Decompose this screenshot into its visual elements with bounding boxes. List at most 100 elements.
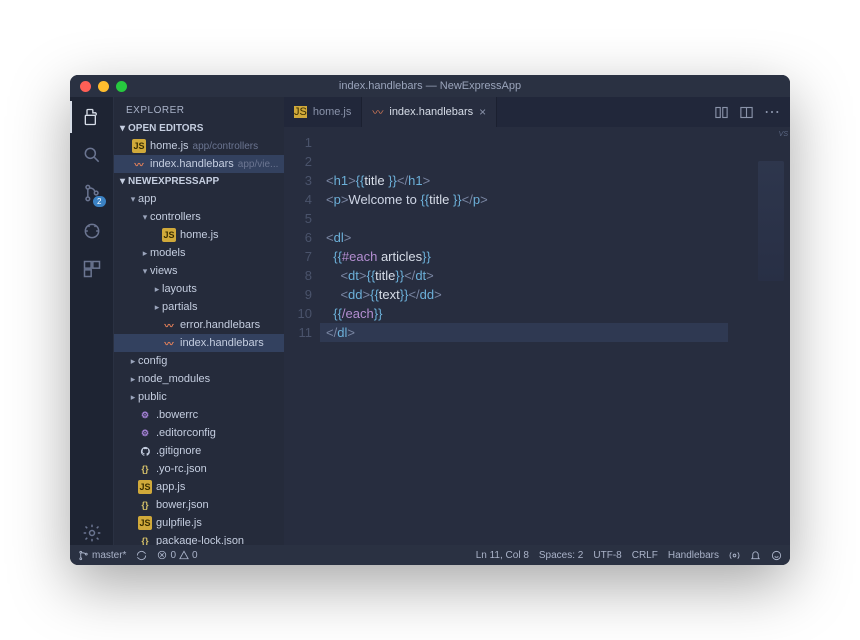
sidebar-title: EXPLORER bbox=[114, 97, 284, 120]
window-controls bbox=[80, 81, 127, 92]
editor-tab[interactable]: JShome.js bbox=[284, 97, 362, 127]
encoding-status[interactable]: UTF-8 bbox=[593, 550, 621, 561]
search-icon[interactable] bbox=[80, 143, 104, 167]
code-line[interactable]: <h1>{{title }}</h1> bbox=[326, 171, 746, 190]
project-section[interactable]: ▾ NEWEXPRESSAPP bbox=[114, 173, 284, 190]
git-branch-status[interactable]: master* bbox=[78, 550, 126, 561]
split-editor-icon[interactable] bbox=[739, 105, 754, 120]
file-item[interactable]: 〰error.handlebars bbox=[114, 316, 284, 334]
zoom-window-button[interactable] bbox=[116, 81, 127, 92]
minimize-window-button[interactable] bbox=[98, 81, 109, 92]
folder-item[interactable]: ▸partials bbox=[114, 298, 284, 316]
folder-item[interactable]: ▸node_modules bbox=[114, 370, 284, 388]
file-item[interactable]: {}bower.json bbox=[114, 496, 284, 514]
chevron-down-icon: ▾ bbox=[140, 266, 150, 277]
handlebars-file-icon: 〰 bbox=[162, 318, 176, 332]
code-line[interactable]: <dt>{{title}}</dt> bbox=[326, 266, 746, 285]
code-line[interactable] bbox=[326, 209, 746, 228]
compare-changes-icon[interactable] bbox=[714, 105, 729, 120]
line-number: 11 bbox=[284, 323, 312, 342]
javascript-file-icon: JS bbox=[138, 480, 152, 494]
tab-label: index.handlebars bbox=[389, 106, 473, 118]
indentation-status[interactable]: Spaces: 2 bbox=[539, 550, 583, 561]
code-line[interactable] bbox=[326, 152, 746, 171]
file-item[interactable]: JSapp.js bbox=[114, 478, 284, 496]
workbench: 2 EXPLORER ▾ OPEN EDITORS JShome.jsapp/c… bbox=[70, 97, 790, 545]
file-path-label: app/vie... bbox=[238, 159, 279, 170]
file-item[interactable]: JSgulpfile.js bbox=[114, 514, 284, 532]
code-line[interactable]: <dl> bbox=[326, 228, 746, 247]
handlebars-file-icon: 〰 bbox=[162, 336, 176, 350]
tree-item-label: .yo-rc.json bbox=[156, 463, 207, 475]
close-window-button[interactable] bbox=[80, 81, 91, 92]
editor-actions: ⋯ bbox=[714, 97, 790, 127]
file-item[interactable]: .gitignore bbox=[114, 442, 284, 460]
file-item[interactable]: 〰index.handlebars bbox=[114, 334, 284, 352]
window-title: index.handlebars — NewExpressApp bbox=[70, 80, 790, 92]
debug-icon[interactable] bbox=[80, 219, 104, 243]
editor-content[interactable]: <h1>{{title }}</h1><p>Welcome to {{title… bbox=[320, 127, 746, 545]
handlebars-file-icon: 〰 bbox=[132, 157, 146, 171]
folder-item[interactable]: ▾app bbox=[114, 190, 284, 208]
handlebars-file-icon: 〰 bbox=[372, 104, 383, 120]
source-control-icon[interactable]: 2 bbox=[80, 181, 104, 205]
line-number: 5 bbox=[284, 209, 312, 228]
language-mode-status[interactable]: Handlebars bbox=[668, 550, 719, 561]
close-tab-icon[interactable]: × bbox=[479, 105, 486, 119]
file-label: home.js bbox=[150, 140, 189, 152]
line-number: 4 bbox=[284, 190, 312, 209]
line-number: 9 bbox=[284, 285, 312, 304]
status-bar: master* 0 0 Ln 11, Col 8 Spaces: 2 UTF-8… bbox=[70, 545, 790, 565]
folder-item[interactable]: ▸models bbox=[114, 244, 284, 262]
extensions-icon[interactable] bbox=[80, 257, 104, 281]
cursor-position-status[interactable]: Ln 11, Col 8 bbox=[476, 550, 529, 561]
notifications-bell-icon[interactable] bbox=[750, 550, 761, 561]
folder-item[interactable]: ▾views bbox=[114, 262, 284, 280]
chevron-right-icon: ▸ bbox=[152, 302, 162, 313]
line-number: 8 bbox=[284, 266, 312, 285]
open-editors-section[interactable]: ▾ OPEN EDITORS bbox=[114, 120, 284, 137]
editor-group: JShome.js〰index.handlebars× ⋯ 1234567891… bbox=[284, 97, 790, 545]
chevron-down-icon: ▾ bbox=[140, 212, 150, 223]
more-actions-icon[interactable]: ⋯ bbox=[764, 102, 780, 122]
tree-item-label: models bbox=[150, 247, 185, 259]
settings-gear-icon[interactable] bbox=[80, 521, 104, 545]
tree-item-label: public bbox=[138, 391, 167, 403]
minimap[interactable]: VS bbox=[746, 127, 790, 545]
code-line[interactable]: {{#each articles}} bbox=[326, 247, 746, 266]
folder-item[interactable]: ▸layouts bbox=[114, 280, 284, 298]
tree-item-label: package-lock.json bbox=[156, 535, 244, 545]
folder-item[interactable]: ▸public bbox=[114, 388, 284, 406]
file-item[interactable]: {} package-lock.json bbox=[114, 532, 284, 545]
file-item[interactable]: {}.yo-rc.json bbox=[114, 460, 284, 478]
open-editor-item[interactable]: 〰index.handlebarsapp/vie... bbox=[114, 155, 284, 173]
sync-status[interactable] bbox=[136, 550, 147, 561]
line-number: 1 bbox=[284, 133, 312, 152]
explorer-icon[interactable] bbox=[80, 105, 104, 129]
feedback-smiley-icon[interactable] bbox=[771, 550, 782, 561]
editor-tab[interactable]: 〰 index.handlebars × bbox=[362, 97, 497, 127]
eol-status[interactable]: CRLF bbox=[632, 550, 658, 561]
problems-status[interactable]: 0 0 bbox=[157, 550, 197, 561]
chevron-down-icon: ▾ bbox=[128, 194, 138, 205]
json-file-icon: {} bbox=[138, 498, 152, 512]
config-file-icon: ⚙ bbox=[138, 426, 152, 440]
file-item[interactable]: ⚙.bowerrc bbox=[114, 406, 284, 424]
open-editor-item[interactable]: JShome.jsapp/controllers bbox=[114, 137, 284, 155]
code-line[interactable]: {{/each}} bbox=[326, 304, 746, 323]
code-line[interactable]: <p>Welcome to {{title }}</p> bbox=[326, 190, 746, 209]
tree-item-label: controllers bbox=[150, 211, 201, 223]
text-editor[interactable]: 1234567891011 <h1>{{title }}</h1><p>Welc… bbox=[284, 127, 790, 545]
chevron-down-icon: ▾ bbox=[120, 176, 125, 187]
code-line[interactable] bbox=[326, 133, 746, 152]
file-item[interactable]: JShome.js bbox=[114, 226, 284, 244]
sidebar: EXPLORER ▾ OPEN EDITORS JShome.jsapp/con… bbox=[114, 97, 284, 545]
feedback-broadcast-icon[interactable] bbox=[729, 550, 740, 561]
folder-item[interactable]: ▸config bbox=[114, 352, 284, 370]
code-line[interactable]: <dd>{{text}}</dd> bbox=[326, 285, 746, 304]
tree-item-label: gulpfile.js bbox=[156, 517, 202, 529]
app-window: index.handlebars — NewExpressApp 2 bbox=[70, 75, 790, 565]
json-file-icon: {} bbox=[138, 534, 152, 545]
folder-item[interactable]: ▾controllers bbox=[114, 208, 284, 226]
file-item[interactable]: ⚙.editorconfig bbox=[114, 424, 284, 442]
